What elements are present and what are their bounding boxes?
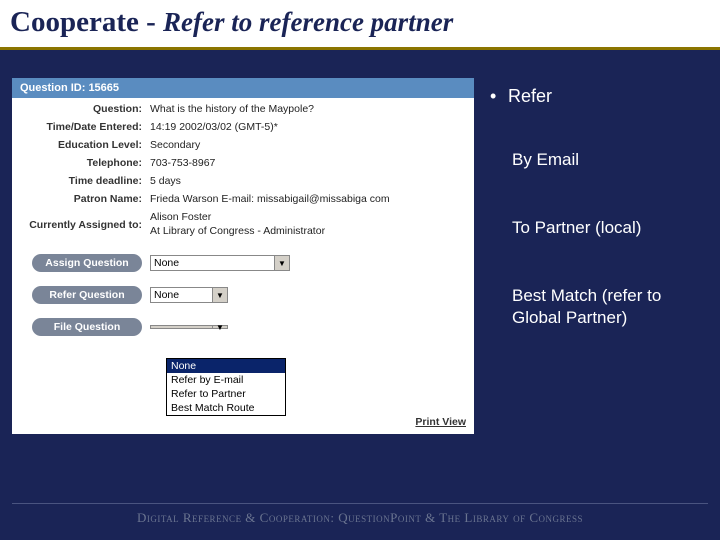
print-view-link[interactable]: Print View: [415, 416, 466, 428]
row-file-action: File Question ▼: [12, 315, 474, 339]
dropdown-option-bestmatch[interactable]: Best Match Route: [167, 401, 285, 415]
question-form-panel: Question ID: 15665 Question: What is the…: [12, 78, 474, 434]
label-telephone: Telephone:: [18, 157, 150, 169]
bullet-email: By Email: [494, 149, 700, 171]
row-assign-action: Assign Question None ▼: [12, 251, 474, 275]
row-telephone: Telephone: 703-753-8967: [12, 154, 474, 172]
bullet-bestmatch: Best Match (refer to Global Partner): [494, 285, 700, 329]
assign-button[interactable]: Assign Question: [32, 254, 142, 272]
dropdown-option-none[interactable]: None: [167, 359, 285, 373]
slide-content: Question ID: 15665 Question: What is the…: [0, 50, 720, 434]
form-rows: Question: What is the history of the May…: [12, 98, 474, 341]
value-time: 14:19 2002/03/02 (GMT-5)*: [150, 121, 468, 133]
refer-dropdown-list[interactable]: None Refer by E-mail Refer to Partner Be…: [166, 358, 286, 416]
dropdown-option-email[interactable]: Refer by E-mail: [167, 373, 285, 387]
slide-footer: Digital Reference & Cooperation: Questio…: [12, 503, 708, 526]
dropdown-option-partner[interactable]: Refer to Partner: [167, 387, 285, 401]
value-question: What is the history of the Maypole?: [150, 103, 468, 115]
row-refer-action: Refer Question None ▼: [12, 283, 474, 307]
assigned-line2: At Library of Congress - Administrator: [150, 225, 325, 237]
slide-title-bar: Cooperate - Refer to reference partner: [0, 0, 720, 50]
label-patron: Patron Name:: [18, 193, 150, 205]
file-button[interactable]: File Question: [32, 318, 142, 336]
refer-select[interactable]: None ▼: [150, 287, 228, 303]
row-deadline: Time deadline: 5 days: [12, 172, 474, 190]
assign-select[interactable]: None ▼: [150, 255, 290, 271]
chevron-down-icon: ▼: [212, 288, 227, 302]
assigned-line1: Alison Foster: [150, 211, 211, 223]
label-time: Time/Date Entered:: [18, 121, 150, 133]
row-question: Question: What is the history of the May…: [12, 100, 474, 118]
label-question: Question:: [18, 103, 150, 115]
value-telephone: 703-753-8967: [150, 157, 468, 169]
refer-select-value: None: [154, 289, 179, 301]
question-id-header: Question ID: 15665: [12, 78, 474, 98]
value-education: Secondary: [150, 139, 468, 151]
assign-select-value: None: [154, 257, 179, 269]
value-patron: Frieda Warson E-mail: missabigail@missab…: [150, 193, 468, 205]
row-patron: Patron Name: Frieda Warson E-mail: missa…: [12, 190, 474, 208]
refer-button[interactable]: Refer Question: [32, 286, 142, 304]
row-time: Time/Date Entered: 14:19 2002/03/02 (GMT…: [12, 118, 474, 136]
chevron-down-icon: ▼: [212, 326, 227, 328]
title-main: Cooperate -: [10, 6, 163, 38]
slide-bullets: Refer By Email To Partner (local) Best M…: [494, 78, 700, 434]
row-education: Education Level: Secondary: [12, 136, 474, 154]
row-assigned: Currently Assigned to: Alison Foster At …: [12, 208, 474, 241]
label-deadline: Time deadline:: [18, 175, 150, 187]
file-select[interactable]: ▼: [150, 325, 228, 329]
bullet-partner: To Partner (local): [494, 217, 700, 239]
value-deadline: 5 days: [150, 175, 468, 187]
bullet-refer: Refer: [494, 86, 700, 107]
title-sub: Refer to reference partner: [163, 7, 453, 37]
label-assigned: Currently Assigned to:: [18, 219, 150, 231]
value-assigned: Alison Foster At Library of Congress - A…: [150, 211, 468, 238]
chevron-down-icon: ▼: [274, 256, 289, 270]
label-education: Education Level:: [18, 139, 150, 151]
